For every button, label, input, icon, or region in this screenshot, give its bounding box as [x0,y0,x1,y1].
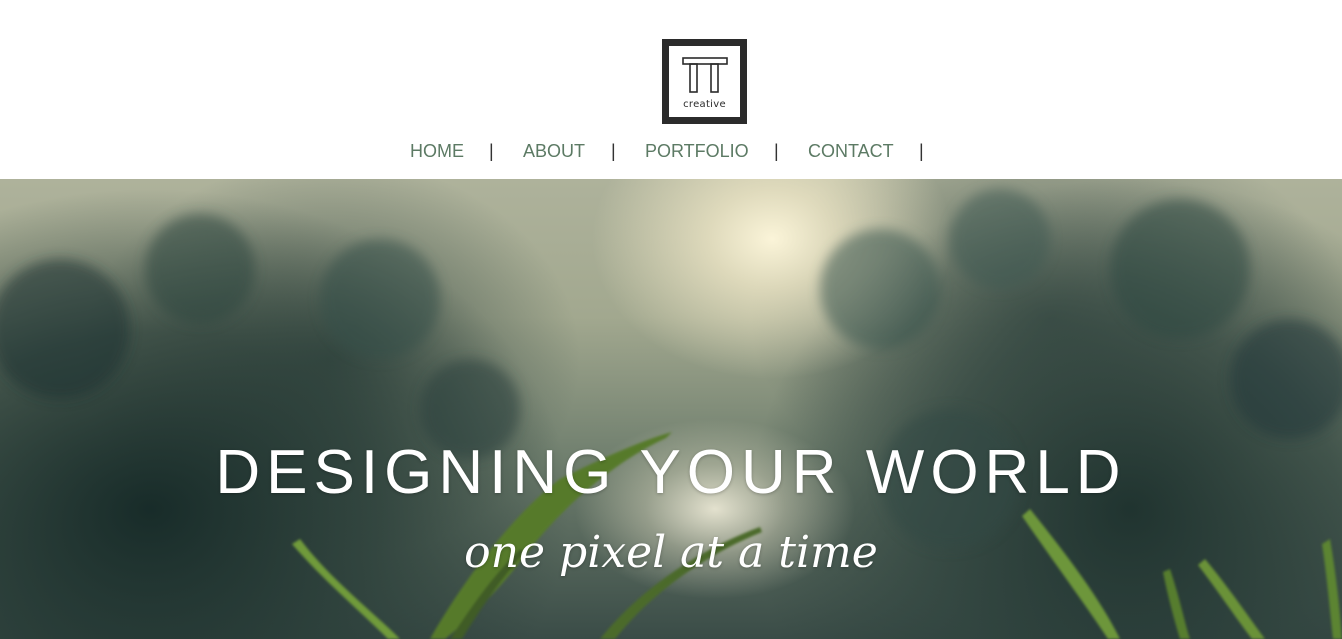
nav-contact[interactable]: CONTACT [808,140,894,162]
site-header: creative HOME | ABOUT | PORTFOLIO | CONT… [0,0,1342,179]
nav-portfolio[interactable]: PORTFOLIO [645,140,749,162]
site-logo[interactable]: creative [662,39,747,124]
hero-banner: DESIGNING YOUR WORLD one pixel at a time [0,179,1342,639]
hero-subtitle: one pixel at a time [464,527,878,578]
hero-title: DESIGNING YOUR WORLD [215,438,1127,507]
nav-separator: | [611,141,616,161]
tt-logo-icon [682,57,728,93]
main-nav: HOME | ABOUT | PORTFOLIO | CONTACT | [0,140,1342,162]
nav-separator: | [774,141,779,161]
nav-separator: | [919,141,924,161]
logo-text: creative [683,99,726,110]
nav-home[interactable]: HOME [410,140,464,162]
nav-separator: | [489,141,494,161]
nav-about[interactable]: ABOUT [523,140,585,162]
